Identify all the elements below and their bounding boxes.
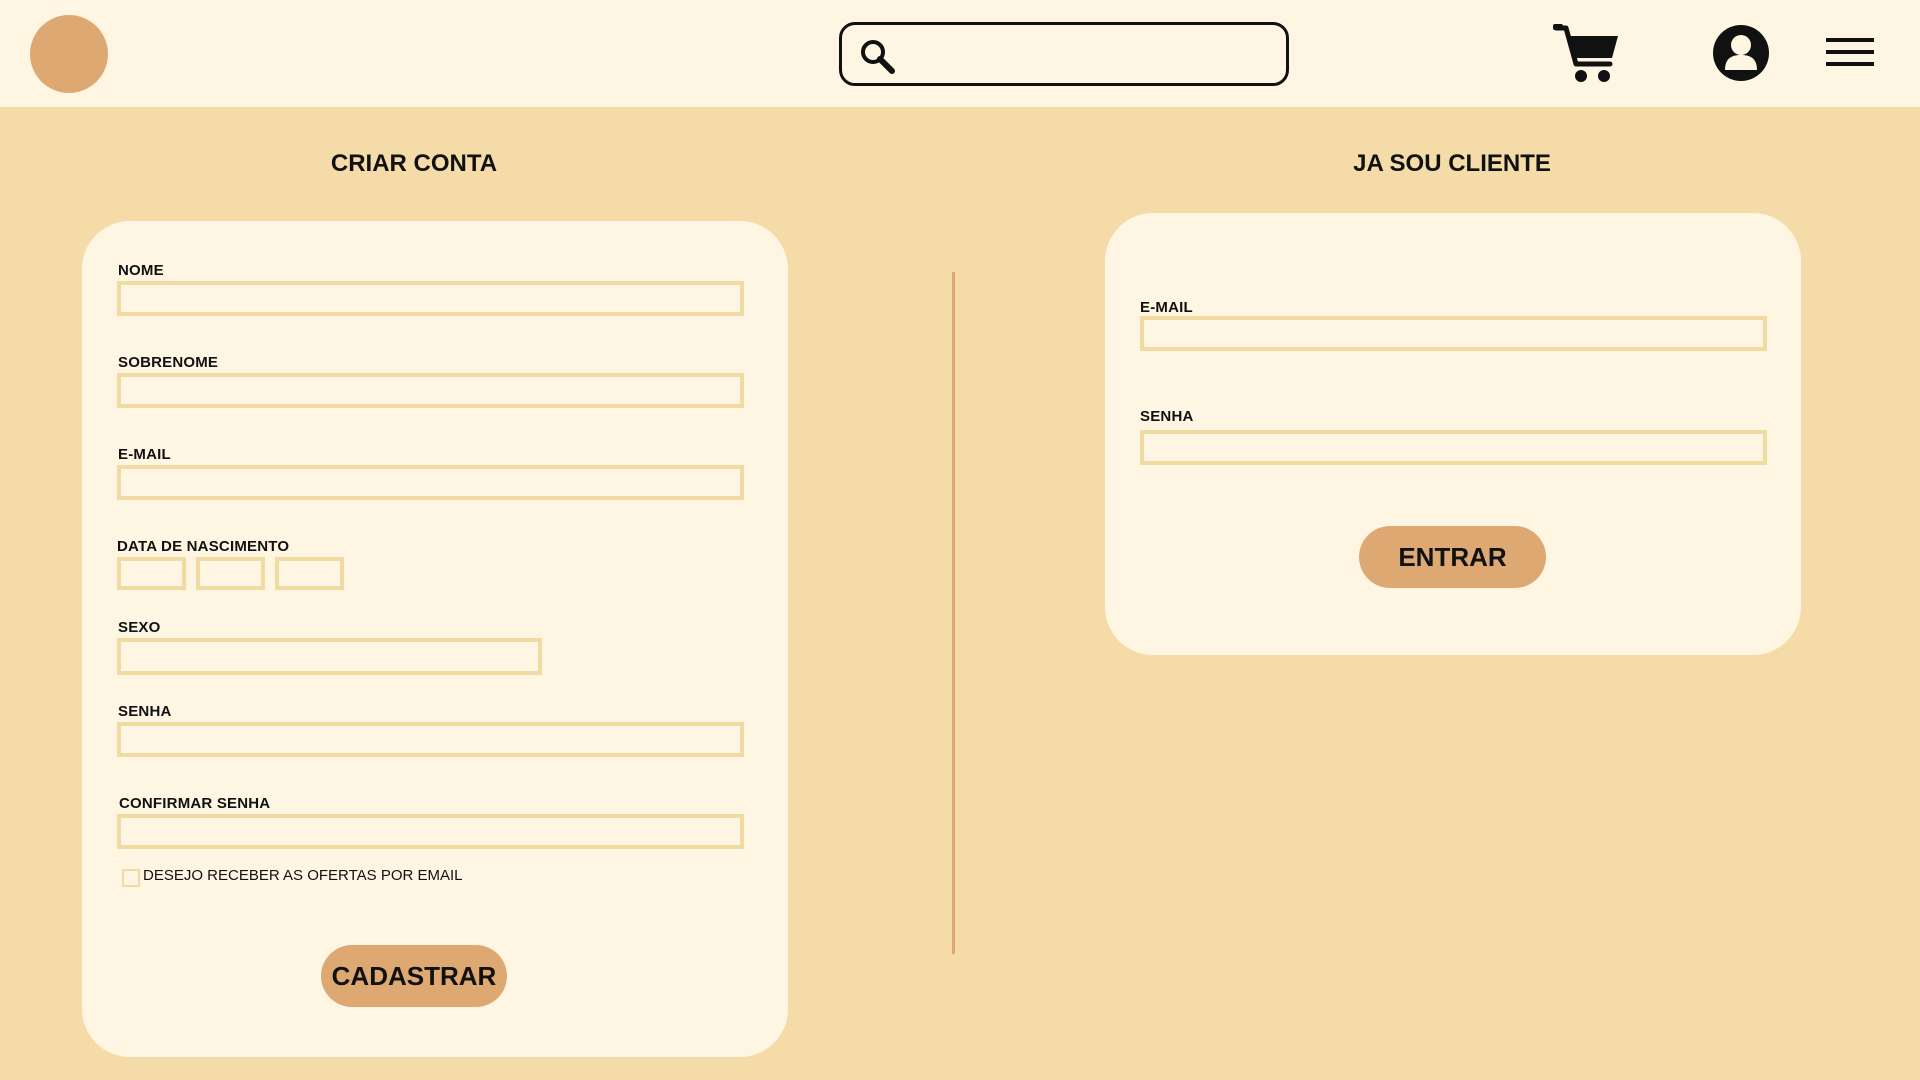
register-title: CRIAR CONTA <box>330 150 498 177</box>
senha-input[interactable] <box>117 722 744 757</box>
login-email-label: E-MAIL <box>1140 299 1193 316</box>
newsletter-label: DESEJO RECEBER AS OFERTAS POR EMAIL <box>143 867 463 884</box>
email-label: E-MAIL <box>118 446 171 463</box>
cart-icon[interactable] <box>1552 22 1622 86</box>
sobrenome-label: SOBRENOME <box>118 354 219 371</box>
sexo-input[interactable] <box>117 638 542 675</box>
logo[interactable] <box>30 15 108 93</box>
login-senha-input[interactable] <box>1140 430 1767 465</box>
search-input[interactable] <box>906 33 1270 75</box>
login-email-input[interactable] <box>1140 316 1767 351</box>
sobrenome-input[interactable] <box>117 373 744 408</box>
birth-month-input[interactable] <box>196 557 265 590</box>
section-divider <box>952 272 955 954</box>
user-icon[interactable] <box>1712 24 1770 82</box>
nome-input[interactable] <box>117 281 744 316</box>
email-input[interactable] <box>117 465 744 500</box>
sexo-label: SEXO <box>118 619 161 636</box>
birth-year-input[interactable] <box>275 557 344 590</box>
entrar-button[interactable]: ENTRAR <box>1359 526 1546 588</box>
confirmar-senha-label: CONFIRMAR SENHA <box>119 795 271 812</box>
search-icon[interactable] <box>858 37 898 77</box>
login-senha-label: SENHA <box>1140 408 1194 425</box>
cadastrar-button[interactable]: CADASTRAR <box>321 945 507 1007</box>
nascimento-label: DATA DE NASCIMENTO <box>117 538 290 555</box>
confirmar-senha-input[interactable] <box>117 814 744 849</box>
search-bar[interactable] <box>839 22 1289 86</box>
top-header <box>0 0 1920 107</box>
nome-label: NOME <box>118 262 164 279</box>
menu-icon[interactable] <box>1826 36 1874 68</box>
newsletter-checkbox[interactable] <box>122 869 140 887</box>
login-title: JA SOU CLIENTE <box>1353 150 1551 177</box>
birth-day-input[interactable] <box>117 557 186 590</box>
senha-label: SENHA <box>118 703 172 720</box>
